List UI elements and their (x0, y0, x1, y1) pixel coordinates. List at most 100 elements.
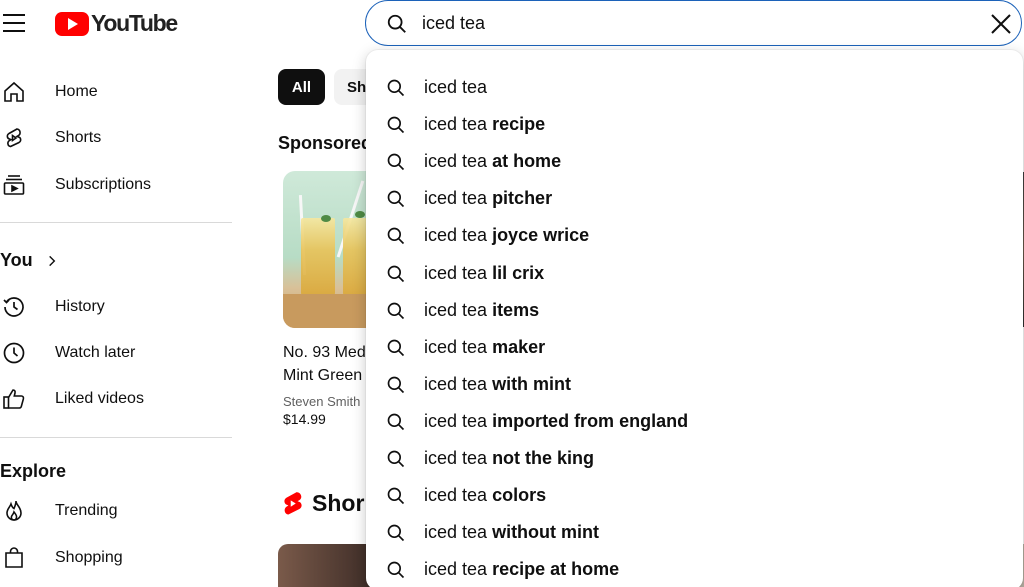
suggestion-text: iced tea without mint (424, 522, 599, 543)
clear-search-icon[interactable] (989, 12, 1013, 36)
sidebar-item-label: Subscriptions (55, 176, 152, 193)
suggestion-text: iced tea recipe at home (424, 559, 619, 580)
menu-icon[interactable] (2, 12, 26, 34)
logo-text: YouTube (91, 10, 178, 36)
search-suggestion[interactable]: iced tea joyce wrice (366, 217, 1023, 254)
suggestion-completion: pitcher (492, 188, 553, 209)
sidebar-item-trending[interactable]: Trending (0, 491, 230, 531)
youtube-play-icon (55, 11, 89, 36)
product-title-line1[interactable]: No. 93 Med (283, 344, 366, 362)
search-suggestion[interactable]: iced tea items (366, 292, 1023, 329)
shorts-shelf-label: Shor (312, 490, 365, 516)
suggestion-text: iced tea joyce wrice (424, 225, 589, 246)
sidebar-item-label: Home (55, 83, 98, 100)
suggestion-prefix: iced tea (424, 448, 488, 468)
search-box[interactable] (365, 0, 1022, 46)
search-suggestion[interactable]: iced tea recipe (366, 106, 1023, 143)
suggestion-text: iced tea lil crix (424, 263, 544, 284)
suggestion-text: iced tea items (424, 300, 539, 321)
shorts-thumbnail[interactable] (278, 544, 378, 587)
watch-later-icon (3, 342, 25, 364)
search-icon (387, 153, 405, 171)
product-seller: Steven Smith (283, 394, 361, 409)
youtube-logo[interactable]: YouTube (55, 10, 178, 37)
sidebar-item-watch-later[interactable]: Watch later (0, 333, 230, 373)
sidebar-item-subscriptions[interactable]: Subscriptions (0, 165, 230, 205)
thumbs-up-icon (3, 389, 25, 409)
suggestion-text: iced tea colors (424, 485, 546, 506)
suggestion-prefix: iced tea (424, 373, 488, 394)
product-title-line2[interactable]: Mint Green (283, 367, 362, 385)
suggestion-prefix: iced tea (424, 188, 488, 209)
suggestion-completion: imported from england (492, 410, 689, 431)
sidebar-item-label: Watch later (55, 344, 136, 361)
suggestion-text: iced tea recipe (424, 114, 545, 135)
search-suggestion[interactable]: iced tea with mint (366, 366, 1023, 403)
suggestion-prefix: iced tea (424, 559, 488, 580)
search-icon (387, 339, 405, 356)
search-icon (387, 561, 405, 579)
search-suggestion[interactable]: iced tea (366, 69, 1023, 106)
sidebar-item-history[interactable]: History (0, 287, 230, 327)
suggestion-completion: recipe at home (492, 559, 620, 580)
search-suggestion[interactable]: iced tea at home (366, 143, 1023, 180)
search-suggestion[interactable]: iced tea not the king (366, 440, 1023, 477)
chevron-right-icon (48, 255, 55, 266)
section-title: You (0, 250, 33, 270)
suggestion-prefix: iced tea (424, 114, 488, 135)
suggestion-completion: items (492, 299, 540, 320)
search-icon (387, 487, 405, 505)
sidebar-item-label: Trending (55, 502, 118, 519)
search-suggestion[interactable]: iced tea maker (366, 329, 1023, 366)
sidebar-divider (0, 222, 232, 223)
search-suggestion[interactable]: iced tea imported from england (366, 403, 1023, 440)
sidebar-section-you[interactable]: You (0, 250, 59, 271)
trending-icon (6, 500, 22, 521)
suggestion-prefix: iced tea (424, 299, 488, 320)
search-suggestion[interactable]: iced tea pitcher (366, 180, 1023, 217)
sidebar-item-label: Shopping (55, 549, 123, 566)
search-icon (387, 116, 405, 134)
suggestion-text: iced tea maker (424, 337, 545, 358)
history-icon (3, 297, 24, 317)
search-icon (387, 14, 406, 33)
search-icon (387, 450, 405, 468)
suggestion-completion: colors (492, 485, 547, 506)
suggestion-completion: maker (492, 336, 546, 357)
suggestion-completion: not the king (492, 448, 595, 468)
suggestion-prefix: iced tea (424, 336, 488, 357)
search-icon (387, 265, 405, 282)
suggestion-text: iced tea imported from england (424, 411, 688, 432)
home-icon (4, 81, 24, 102)
search-suggestions-dropdown: iced tea iced tea recipe iced tea at home i… (366, 50, 1023, 587)
search-suggestion[interactable]: iced tea without mint (366, 514, 1023, 551)
suggestion-prefix: iced tea (424, 485, 488, 506)
suggestion-text: iced tea at home (424, 151, 561, 172)
suggestion-prefix: iced tea (424, 225, 488, 246)
suggestion-text: iced tea with mint (424, 374, 571, 395)
chip-all[interactable]: All (278, 69, 325, 105)
sidebar-item-label: Liked videos (55, 390, 144, 407)
sidebar-item-label: History (55, 298, 105, 315)
search-input[interactable] (422, 11, 962, 35)
search-suggestion[interactable]: iced tea lil crix (366, 255, 1023, 292)
search-suggestion[interactable]: iced tea colors (366, 477, 1023, 514)
section-title: Explore (0, 461, 67, 481)
sidebar-item-liked-videos[interactable]: Liked videos (0, 379, 230, 419)
subscriptions-icon (3, 175, 25, 195)
suggestion-prefix: iced tea (424, 151, 488, 172)
shopping-icon (5, 547, 23, 568)
sidebar-section-explore: Explore (0, 461, 66, 482)
suggestion-prefix: iced tea (424, 410, 488, 431)
sidebar-item-shopping[interactable]: Shopping (0, 538, 230, 578)
product-price: $14.99 (283, 411, 326, 427)
search-icon (387, 79, 405, 97)
search-icon (387, 524, 405, 542)
search-icon (387, 302, 405, 319)
sponsored-heading: Sponsored (278, 133, 373, 153)
search-icon (387, 376, 405, 393)
sidebar-item-home[interactable]: Home (0, 72, 230, 112)
search-suggestion[interactable]: iced tea recipe at home (366, 551, 1023, 587)
sidebar-item-shorts[interactable]: Shorts (0, 118, 230, 158)
sidebar-item-label: Shorts (55, 129, 102, 146)
